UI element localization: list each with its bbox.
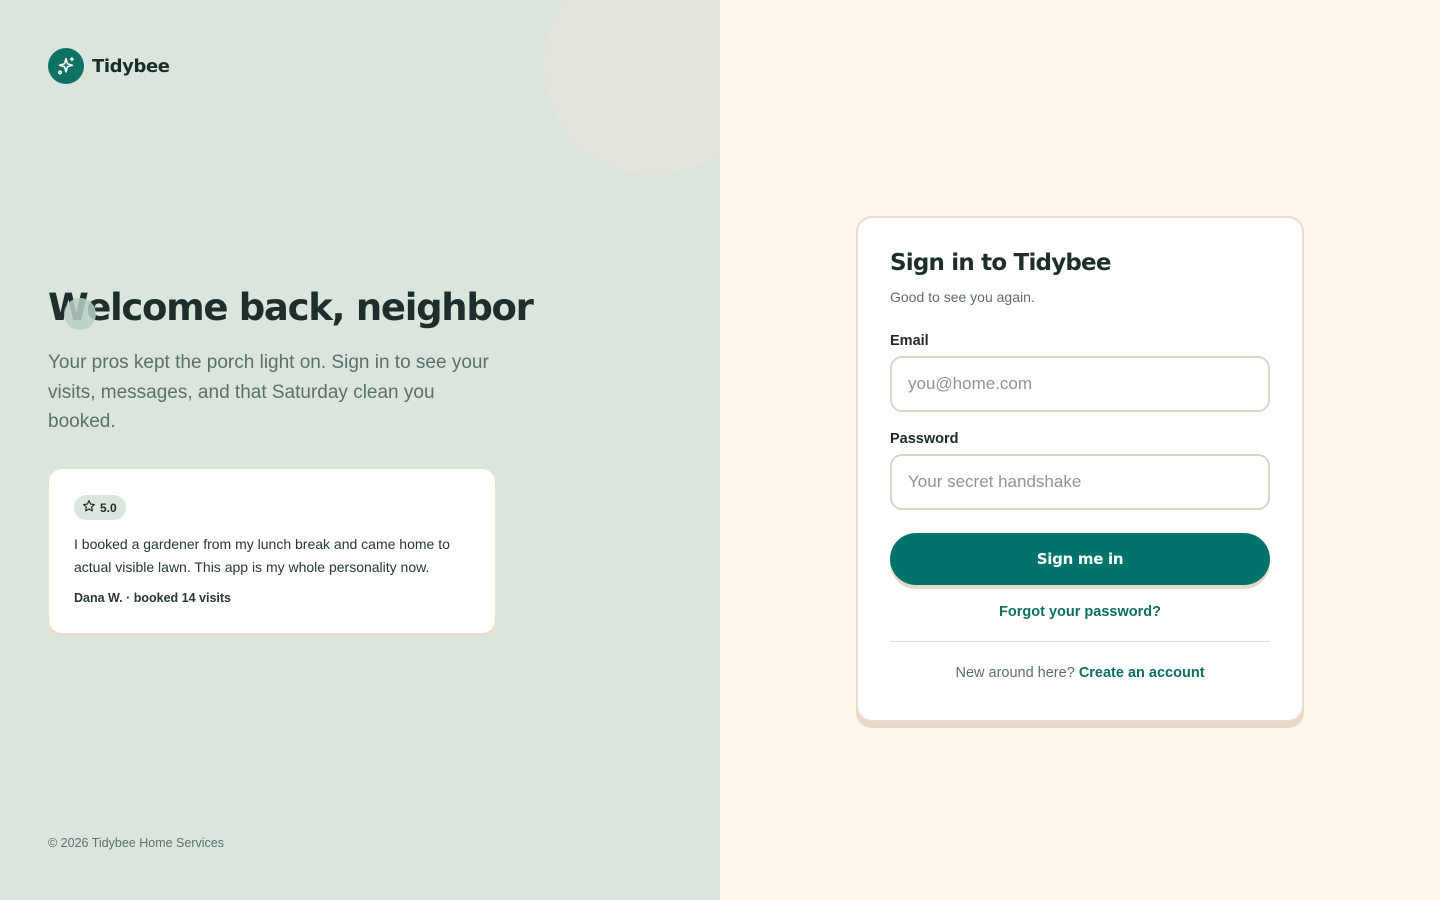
copyright: © 2026 Tidybee Home Services <box>48 836 224 850</box>
forgot-password-link[interactable]: Forgot your password? <box>890 604 1270 620</box>
signin-title: Sign in to Tidybee <box>890 250 1111 276</box>
password-label: Password <box>890 431 959 447</box>
password-field[interactable] <box>890 454 1270 510</box>
signup-prompt: New around here? <box>955 665 1075 681</box>
brand-logo[interactable]: Tidybee <box>48 48 170 84</box>
rating-value: 5.0 <box>100 500 117 515</box>
decorative-dot <box>64 298 96 330</box>
sparkle-icon <box>48 48 84 84</box>
signup-row: New around here? Create an account <box>890 665 1270 681</box>
rating-badge: 5.0 <box>74 495 126 520</box>
signin-card: Sign in to Tidybee Good to see you again… <box>856 216 1304 722</box>
hero-subtitle: Your pros kept the porch light on. Sign … <box>48 352 489 432</box>
sign-in-button[interactable]: Sign me in <box>890 533 1270 585</box>
signin-subtitle: Good to see you again. <box>890 289 1035 305</box>
brand-name: Tidybee <box>92 55 170 77</box>
email-label: Email <box>890 333 929 349</box>
review-card: 5.0 I booked a gardener from my lunch br… <box>48 468 496 634</box>
divider <box>890 641 1270 642</box>
star-icon <box>82 499 96 516</box>
review-text: I booked a gardener from my lunch break … <box>74 536 450 575</box>
review-author: Dana W. · booked 14 visits <box>74 591 231 605</box>
decorative-circle <box>544 0 720 175</box>
create-account-link[interactable]: Create an account <box>1079 665 1205 681</box>
hero-title: Welcome back, neighbor <box>48 286 534 329</box>
left-panel: Tidybee Welcome back, neighbor Your pros… <box>0 0 720 900</box>
email-field[interactable] <box>890 356 1270 412</box>
